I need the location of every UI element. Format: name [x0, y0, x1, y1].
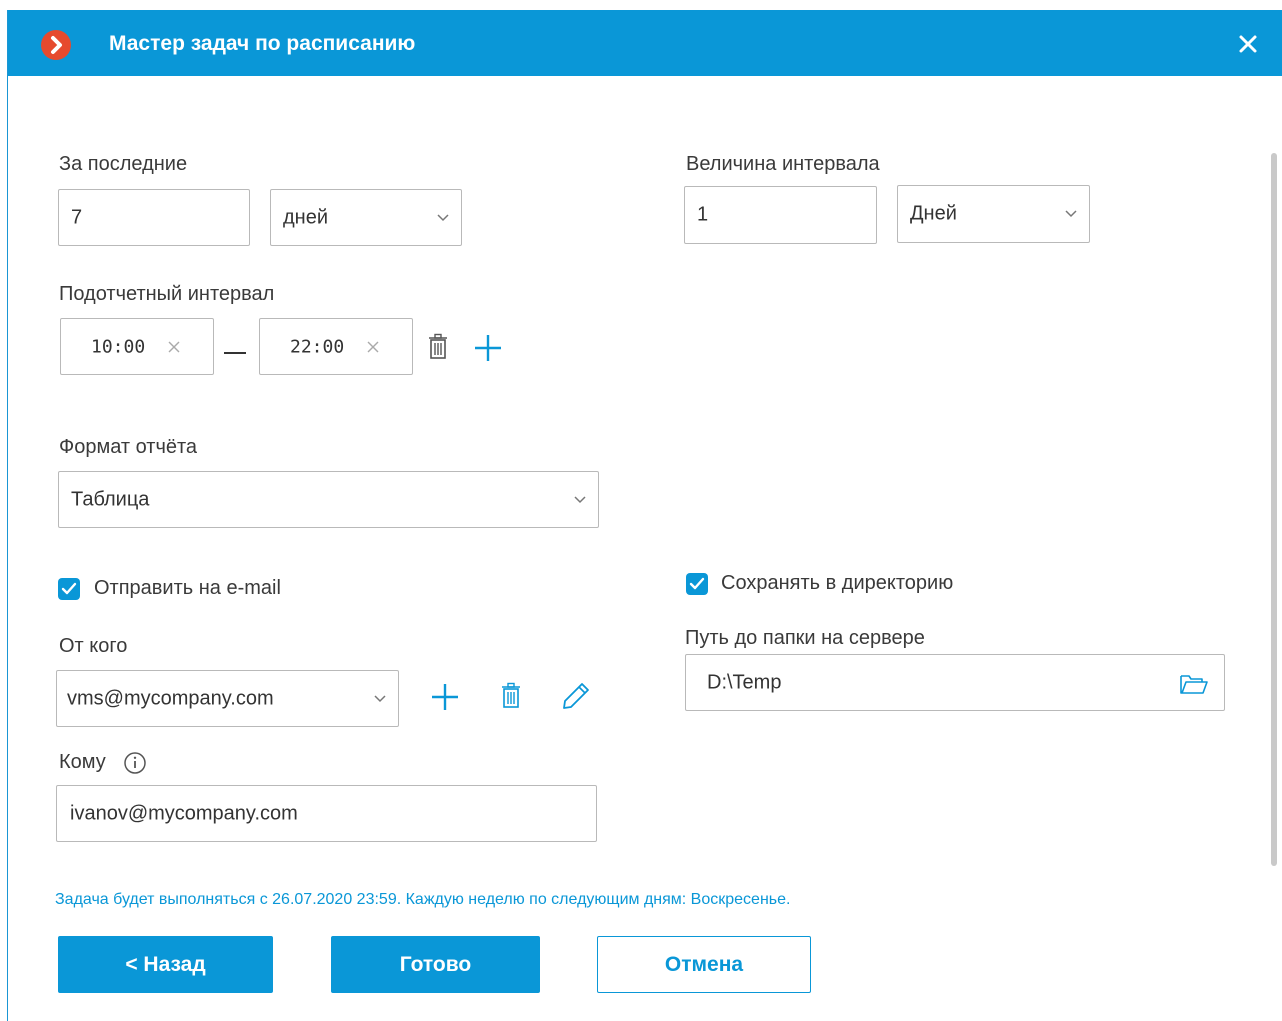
delete-sender-trash-icon[interactable] — [500, 682, 522, 709]
to-email-text: ivanov@mycompany.com — [70, 802, 298, 824]
from-email-select[interactable]: vms@mycompany.com — [56, 670, 399, 727]
close-icon[interactable] — [1236, 32, 1260, 56]
chevron-down-icon — [437, 213, 449, 221]
period-label: За последние — [59, 153, 188, 175]
start-time-input[interactable]: 10:00 — [60, 318, 214, 375]
from-label: От кого — [59, 635, 128, 657]
period-value-input[interactable]: 7 — [58, 189, 250, 246]
folder-path-input[interactable]: D:\Temp — [685, 654, 1225, 711]
edit-sender-pencil-icon[interactable] — [561, 681, 591, 711]
back-button[interactable]: < Назад — [58, 936, 273, 993]
period-unit-text: дней — [283, 206, 329, 228]
start-time-text: 10:00 — [91, 336, 146, 357]
interval-label: Величина интервала — [686, 153, 880, 175]
window-title: Мастер задач по расписанию — [109, 32, 416, 55]
report-format-select[interactable]: Таблица — [58, 471, 599, 528]
chevron-down-icon — [574, 495, 586, 503]
app-logo-icon — [41, 30, 71, 60]
add-interval-plus-icon[interactable] — [473, 333, 503, 363]
report-format-text: Таблица — [71, 488, 150, 510]
info-icon[interactable] — [123, 751, 147, 775]
done-button[interactable]: Готово — [331, 936, 540, 993]
report-format-label: Формат отчёта — [59, 436, 198, 458]
trash-icon[interactable] — [427, 333, 449, 360]
save-to-directory-label[interactable]: Сохранять в директорию — [721, 572, 953, 595]
chevron-down-icon — [374, 694, 386, 702]
clear-end-time-icon[interactable] — [366, 340, 380, 354]
interval-unit-select[interactable]: Дней — [897, 185, 1090, 243]
reporting-interval-label: Подотчетный интервал — [59, 283, 275, 305]
save-to-directory-checkbox[interactable] — [686, 573, 708, 595]
scheduled-task-wizard-window: Мастер задач по расписанию За последние … — [7, 10, 1282, 1021]
end-time-text: 22:00 — [290, 336, 345, 357]
interval-unit-text: Дней — [910, 202, 957, 225]
schedule-info-text: Задача будет выполняться с 26.07.2020 23… — [55, 891, 791, 908]
cancel-button[interactable]: Отмена — [597, 936, 811, 993]
folder-path-label: Путь до папки на сервере — [685, 627, 925, 649]
title-bar: Мастер задач по расписанию — [8, 10, 1282, 76]
to-label: Кому — [59, 751, 106, 773]
clear-start-time-icon[interactable] — [167, 340, 181, 354]
folder-browse-icon[interactable] — [1179, 672, 1209, 696]
chevron-down-icon — [1065, 210, 1077, 218]
time-range-separator — [224, 352, 246, 354]
vertical-scrollbar[interactable] — [1271, 153, 1277, 866]
to-email-input[interactable]: ivanov@mycompany.com — [56, 785, 597, 842]
interval-value-input[interactable]: 1 — [684, 186, 877, 244]
end-time-input[interactable]: 22:00 — [259, 318, 413, 375]
add-sender-plus-icon[interactable] — [430, 682, 460, 712]
period-value-text: 7 — [71, 206, 83, 228]
send-email-checkbox[interactable] — [58, 578, 80, 600]
from-email-text: vms@mycompany.com — [67, 687, 274, 709]
folder-path-text: D:\Temp — [707, 671, 782, 693]
send-email-label[interactable]: Отправить на e-mail — [94, 577, 281, 600]
interval-value-text: 1 — [697, 203, 709, 226]
period-unit-select[interactable]: дней — [270, 189, 462, 246]
